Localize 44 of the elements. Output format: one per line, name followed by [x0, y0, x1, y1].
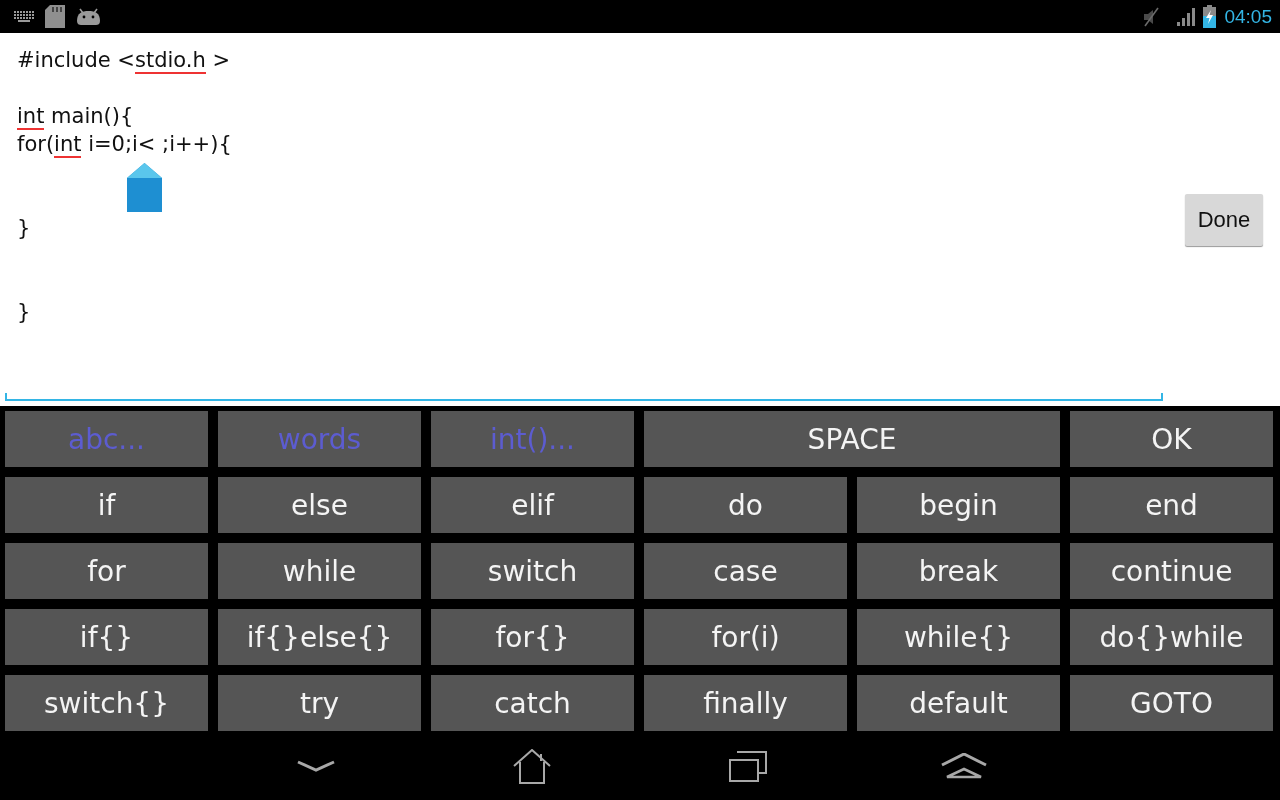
keyboard-key[interactable]: case — [644, 543, 847, 599]
keyboard-key[interactable]: default — [857, 675, 1060, 731]
battery-charging-icon — [1203, 5, 1217, 28]
code-line: for(int i=0;i< ;i++){ — [17, 131, 232, 158]
muted-speaker-icon — [1142, 6, 1160, 27]
keyboard-key[interactable]: break — [857, 543, 1060, 599]
keyboard-key[interactable]: do{}while — [1070, 609, 1273, 665]
keyboard-key[interactable]: OK — [1070, 411, 1273, 467]
keyboard-key[interactable]: catch — [431, 675, 634, 731]
keyboard-key[interactable]: if{} — [5, 609, 208, 665]
keyboard-key[interactable]: SPACE — [644, 411, 1060, 467]
signal-icon — [1176, 7, 1197, 26]
sd-card-icon — [45, 5, 65, 28]
chevron-down-icon[interactable] — [297, 760, 335, 772]
keyboard-key[interactable]: do — [644, 477, 847, 533]
double-chevron-up-icon[interactable] — [941, 752, 987, 780]
robot-head-icon — [76, 8, 101, 25]
code-line: } — [17, 299, 31, 326]
keyboard-key[interactable]: for — [5, 543, 208, 599]
keyboard-key[interactable]: for{} — [431, 609, 634, 665]
clock-time: 04:05 — [1224, 5, 1272, 29]
stacked-windows-icon[interactable] — [729, 750, 767, 782]
keyboard-key[interactable]: for(i) — [644, 609, 847, 665]
keyboard-key[interactable]: if{}else{} — [218, 609, 421, 665]
keyboard-key[interactable]: if — [5, 477, 208, 533]
keyboard-key[interactable]: while — [218, 543, 421, 599]
keyboard-key[interactable]: switch{} — [5, 675, 208, 731]
keyboard-key[interactable]: while{} — [857, 609, 1060, 665]
keyboard-key[interactable]: begin — [857, 477, 1060, 533]
keyboard-key[interactable]: end — [1070, 477, 1273, 533]
done-button[interactable]: Done — [1185, 193, 1263, 246]
code-line: #include <stdio.h > — [17, 47, 231, 74]
keyboard-icon — [14, 11, 34, 22]
keyboard-key[interactable]: finally — [644, 675, 847, 731]
home-icon[interactable] — [513, 748, 551, 784]
keyboard-key[interactable]: continue — [1070, 543, 1273, 599]
keyboard-key[interactable]: else — [218, 477, 421, 533]
code-line: int main(){ — [17, 103, 134, 130]
code-line: } — [17, 215, 31, 242]
keyboard-key[interactable]: switch — [431, 543, 634, 599]
keyboard-key[interactable]: try — [218, 675, 421, 731]
keyboard-key[interactable]: elif — [431, 477, 634, 533]
keyboard-key[interactable]: GOTO — [1070, 675, 1273, 731]
cursor-handle-icon[interactable] — [127, 163, 162, 212]
